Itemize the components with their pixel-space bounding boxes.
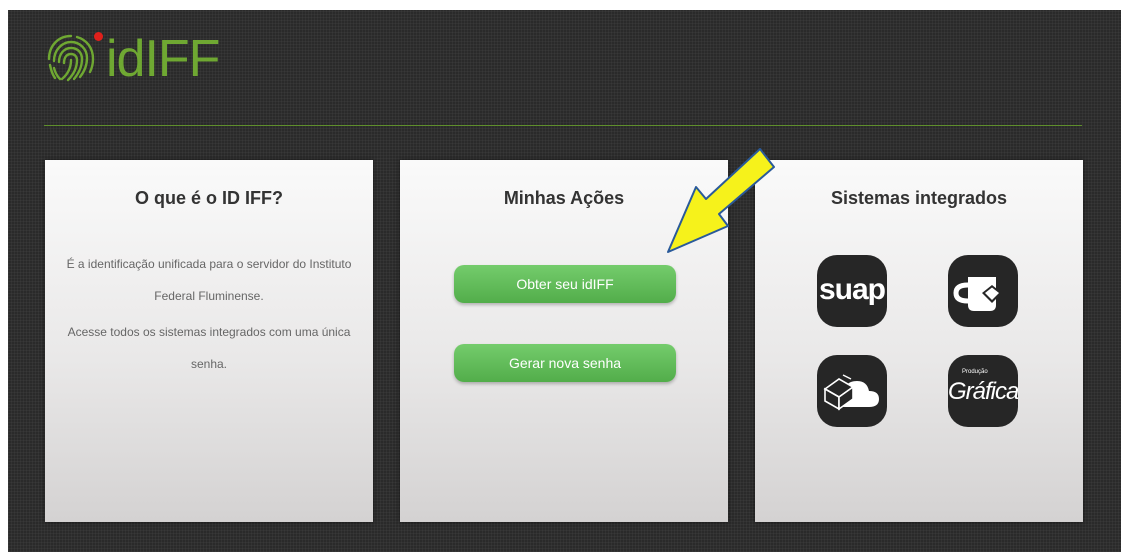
grafica-icon[interactable]: Produção Gráfica <box>948 355 1018 427</box>
idiff-logo[interactable]: idIFF <box>42 24 220 94</box>
systems-title: Sistemas integrados <box>830 188 1008 208</box>
about-paragraph-2: Acesse todos os sistemas integrados com … <box>67 325 351 371</box>
header-divider <box>44 125 1082 126</box>
logo-text: idIFF <box>106 30 220 88</box>
fingerprint-icon <box>42 30 103 88</box>
gerar-nova-senha-button[interactable]: Gerar nova senha <box>454 344 676 382</box>
systems-panel: Sistemas integrados suap Produção Gráfic… <box>755 160 1083 522</box>
about-title: O que é o ID IFF? <box>135 188 283 208</box>
about-paragraph-1: É a identificação unificada para o servi… <box>66 257 352 303</box>
actions-panel: Minhas Ações Obter seu idIFF Gerar nova … <box>400 160 728 522</box>
logo-red-dot <box>94 32 103 41</box>
coffee-cup-icon[interactable] <box>948 255 1018 327</box>
cloud-box-icon[interactable] <box>817 355 887 427</box>
about-panel: O que é o ID IFF? É a identificação unif… <box>45 160 373 522</box>
grafica-small-label: Produção <box>962 369 988 375</box>
suap-icon[interactable]: suap <box>817 255 887 327</box>
page-background: idIFF O que é o ID IFF? É a identificaçã… <box>8 10 1121 552</box>
suap-label: suap <box>818 273 886 306</box>
grafica-label: Gráfica <box>948 378 1018 405</box>
obter-idiff-button[interactable]: Obter seu idIFF <box>454 265 676 303</box>
actions-title: Minhas Ações <box>503 188 625 208</box>
